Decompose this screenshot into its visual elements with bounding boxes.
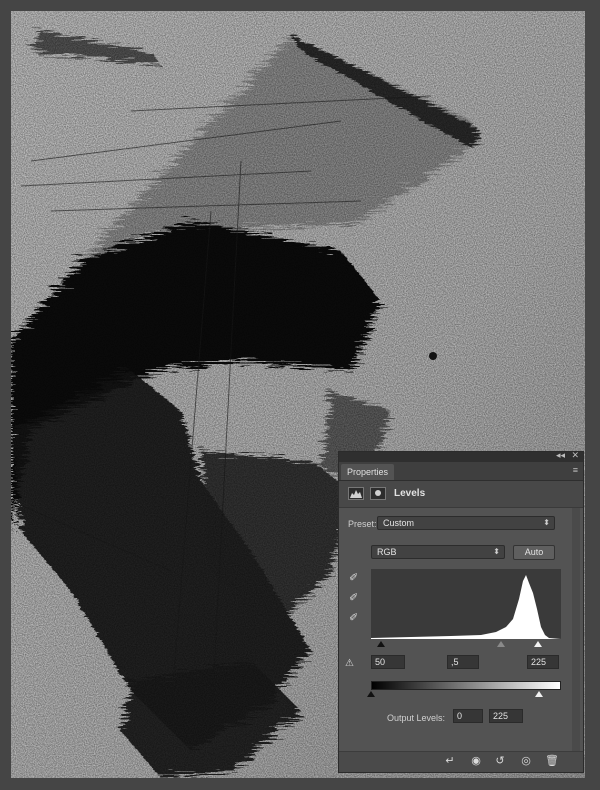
- eyedropper-gray-icon[interactable]: ✐: [349, 592, 361, 604]
- clipping-warning-icon[interactable]: ⚠: [345, 658, 354, 669]
- auto-button[interactable]: Auto: [513, 545, 555, 560]
- input-white-slider[interactable]: [534, 641, 542, 647]
- properties-panel: ◂◂ ✕ Properties ≡ Levels Preset: Custom …: [338, 450, 584, 773]
- output-black-field[interactable]: 0: [453, 709, 483, 723]
- adjustment-header: Levels: [339, 481, 583, 508]
- dropdown-arrow-icon: ⬍: [543, 518, 550, 527]
- preset-dropdown[interactable]: Custom ⬍: [377, 516, 555, 530]
- output-white-field[interactable]: 225: [489, 709, 523, 723]
- eye-icon[interactable]: ◎: [517, 754, 535, 769]
- input-gamma-slider[interactable]: [497, 641, 505, 647]
- panel-scrollbar[interactable]: [572, 508, 580, 751]
- reset-icon[interactable]: ↺: [491, 754, 509, 769]
- preset-label: Preset:: [348, 519, 377, 529]
- output-gradient: [371, 681, 561, 690]
- panel-menu-icon[interactable]: ≡: [573, 465, 578, 475]
- preset-value: Custom: [383, 518, 415, 528]
- input-white-field[interactable]: 225: [527, 655, 559, 669]
- histogram: [371, 569, 561, 639]
- output-levels-label: Output Levels:: [387, 713, 446, 723]
- layer-mask-icon[interactable]: [370, 487, 386, 500]
- adjustment-title: Levels: [394, 488, 426, 499]
- output-white-slider[interactable]: [535, 691, 543, 697]
- dropdown-arrow-icon: ⬍: [493, 547, 500, 556]
- levels-adjustment-icon[interactable]: [348, 487, 364, 500]
- eyedropper-black-icon[interactable]: ✐: [349, 572, 361, 584]
- input-black-field[interactable]: 50: [371, 655, 405, 669]
- input-black-slider[interactable]: [377, 641, 385, 647]
- channel-value: RGB: [377, 547, 397, 557]
- view-previous-state-icon[interactable]: ◉: [467, 754, 485, 769]
- eyedropper-white-icon[interactable]: ✐: [349, 612, 361, 624]
- panel-tab-row: Properties ≡: [339, 462, 583, 481]
- histogram-graph: [371, 575, 561, 639]
- panel-topbar: ◂◂ ✕: [339, 450, 583, 462]
- channel-dropdown[interactable]: RGB ⬍: [371, 545, 505, 559]
- close-panel-button[interactable]: ✕: [571, 450, 579, 461]
- trash-icon[interactable]: 🗑: [543, 754, 561, 769]
- panel-bottom-bar: ↵ ◉ ↺ ◎ 🗑: [339, 751, 583, 772]
- tab-properties[interactable]: Properties: [341, 464, 395, 480]
- clip-to-layer-icon[interactable]: ↵: [441, 754, 459, 769]
- output-black-slider[interactable]: [367, 691, 375, 697]
- input-gamma-field[interactable]: ,5: [447, 655, 479, 669]
- collapse-panel-button[interactable]: ◂◂: [556, 450, 565, 461]
